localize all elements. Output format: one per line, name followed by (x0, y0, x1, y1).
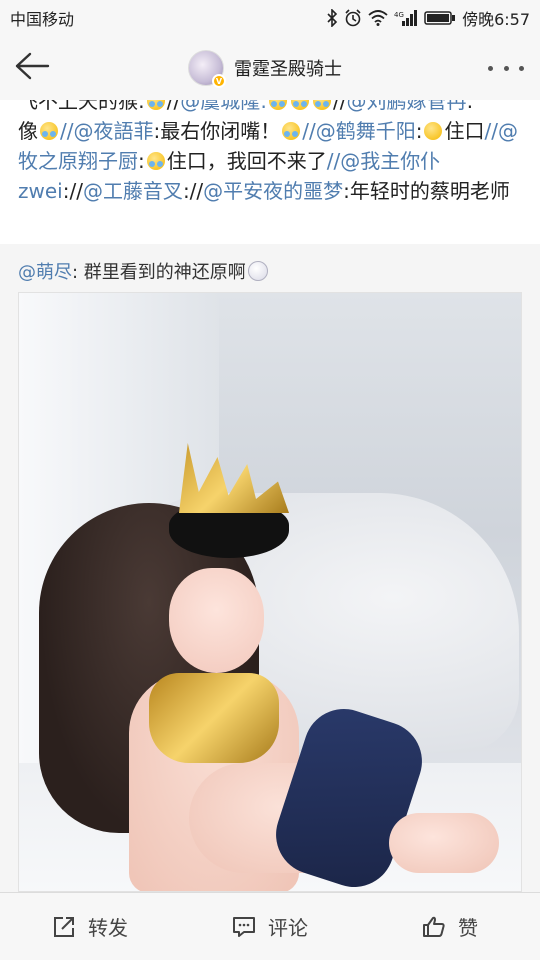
repost-text-segment: :年轻时的蔡明老师 (343, 179, 510, 203)
nav-bar: V 雷霆圣殿骑士 (0, 36, 540, 100)
wifi-icon (368, 10, 388, 26)
repost-text-segment: // (166, 100, 181, 113)
repost-text-segment: :最右你闭嘴！ (153, 119, 281, 143)
repost-text-segment: 飞不上天的猴: (18, 100, 145, 113)
repost-text-segment: : (466, 100, 474, 113)
mention-link[interactable]: @刘鹏嫁管冉 (346, 100, 466, 113)
cry-emoji-icon (146, 100, 165, 110)
repost-text-segment: 住口 (444, 119, 485, 143)
weibo-detail-page: 中国移动 4G 傍晚6:57 V 雷霆圣殿骑士 飞不上天的猴: //@虞城隆: … (0, 0, 540, 960)
repost-text-segment: :// (182, 179, 204, 203)
like-label: 赞 (458, 916, 478, 940)
bottom-toolbar: 转发 评论 赞 (0, 892, 540, 960)
like-button[interactable]: 赞 (360, 893, 540, 960)
signal-icon: 4G (394, 9, 418, 27)
image-face (169, 568, 264, 673)
repost-text-segment: : (138, 149, 145, 173)
pray-emoji-icon (424, 122, 443, 140)
repost-text: 飞不上天的猴://@虞城隆://@刘鹏嫁管冉: 像//@夜語菲:最右你闭嘴！//… (18, 100, 524, 206)
carrier-label: 中国移动 (10, 10, 75, 29)
more-dot (519, 65, 524, 71)
repost-text-segment: :// (62, 179, 83, 203)
weibo-content: 飞不上天的猴://@虞城隆://@刘鹏嫁管冉: 像//@夜語菲:最右你闭嘴！//… (0, 100, 540, 892)
repost-line-partial: 飞不上天的猴://@虞城隆://@刘鹏嫁管冉: (18, 100, 524, 116)
back-arrow-icon (14, 52, 50, 84)
repost-text-segment: // (332, 100, 347, 113)
mention-link[interactable]: //@鹤舞千阳 (302, 119, 415, 143)
bluetooth-icon (326, 9, 338, 27)
cry-emoji-icon (146, 152, 165, 170)
repost-icon (52, 915, 76, 939)
repost-text-segment: : (415, 119, 423, 143)
network-label: 4G (394, 11, 404, 19)
status-bar: 中国移动 4G 傍晚6:57 (0, 0, 540, 36)
repost-text-segment: 住口，我回不来了 (166, 149, 327, 173)
verified-badge: V (212, 74, 226, 88)
mention-link[interactable]: @虞城隆: (180, 100, 267, 113)
original-text: : 群里看到的神还原啊 (72, 262, 246, 283)
mention-link[interactable]: //@夜語菲 (60, 119, 153, 143)
more-dot (488, 65, 493, 71)
mention-link[interactable]: @工藤音叉 (83, 179, 183, 203)
repost-text-segment: 像 (18, 119, 38, 143)
nav-title[interactable]: 雷霆圣殿骑士 (234, 55, 342, 81)
post-image[interactable] (18, 292, 522, 892)
comment-icon (232, 915, 256, 939)
status-time: 傍晚6:57 (462, 10, 530, 29)
more-button[interactable] (488, 56, 524, 80)
nav-user[interactable]: V 雷霆圣殿骑士 (188, 50, 342, 88)
image-foot (389, 813, 499, 873)
comment-label: 评论 (268, 916, 308, 940)
more-dot (503, 65, 509, 71)
cry-emoji-icon (282, 122, 301, 140)
original-author-mention[interactable]: @萌尽 (18, 262, 72, 283)
cry-emoji-icon (268, 100, 287, 110)
back-button[interactable] (0, 36, 64, 100)
original-post-text: @萌尽: 群里看到的神还原啊 (18, 258, 268, 284)
cry-emoji-icon (312, 100, 331, 110)
shocked-emoji-icon (247, 261, 268, 281)
alarm-icon (344, 9, 362, 27)
repost-label: 转发 (88, 916, 128, 940)
avatar[interactable]: V (188, 50, 226, 88)
comment-button[interactable]: 评论 (180, 893, 360, 960)
mention-link[interactable]: @平安夜的噩梦 (203, 179, 343, 203)
cry-emoji-icon (40, 122, 58, 140)
repost-body: 像//@夜語菲:最右你闭嘴！//@鹤舞千阳: 住口//@牧之原翔子厨: 住口，我回不… (18, 116, 524, 206)
original-post[interactable]: @萌尽: 群里看到的神还原啊 (0, 244, 540, 892)
battery-icon (424, 10, 456, 26)
thumbs-up-icon (422, 915, 446, 939)
repost-button[interactable]: 转发 (0, 893, 180, 960)
image-armor (149, 673, 279, 763)
cry-emoji-icon (290, 100, 309, 110)
